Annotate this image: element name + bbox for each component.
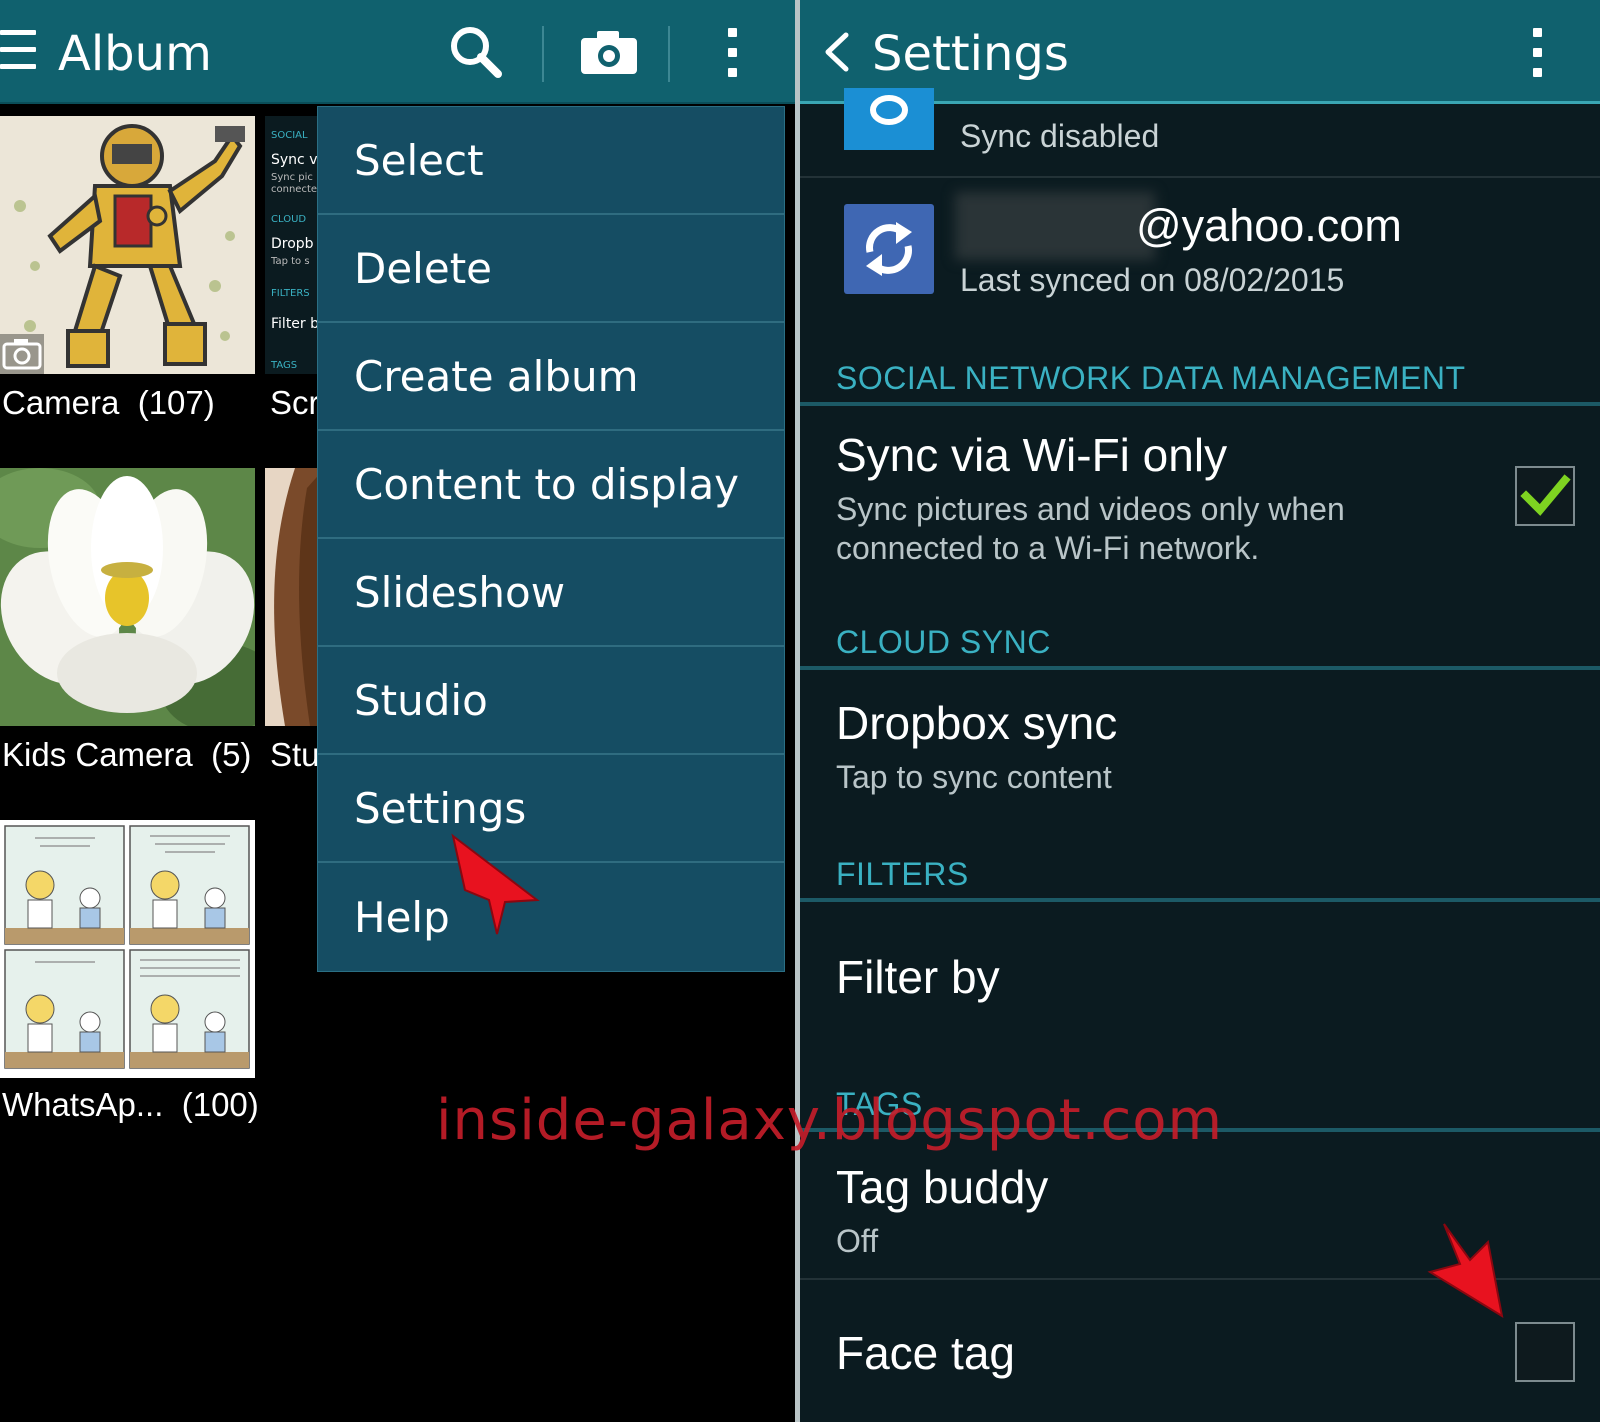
album-action-bar: Album: [0, 0, 795, 104]
section-header-social: SOCIAL NETWORK DATA MANAGEMENT: [836, 360, 1466, 396]
menu-item-studio[interactable]: Studio: [318, 647, 784, 755]
pointer-arrow-icon: [1427, 1223, 1504, 1319]
action-separator: [668, 26, 670, 82]
album-screen: Album Camera (107) SOCIAL Sync v Sync pi…: [0, 0, 795, 1422]
album-label-whatsapp: WhatsAp... (100): [2, 1086, 259, 1123]
camera-badge-icon: [0, 334, 44, 374]
more-options-icon[interactable]: [725, 28, 739, 88]
settings-screen: Settings Sync disabled @yahoo.com Last s…: [800, 0, 1600, 1422]
peek-text: Filter b: [271, 316, 320, 332]
section-divider: [800, 402, 1600, 406]
camera-icon[interactable]: [577, 22, 641, 82]
pref-face-tag-title[interactable]: Face tag: [836, 1326, 1015, 1380]
peek-text: Dropb: [271, 236, 314, 252]
overflow-menu: Select Delete Create album Content to di…: [317, 106, 785, 972]
album-label-camera: Camera (107): [2, 384, 215, 421]
checkmark-icon: [1520, 474, 1571, 516]
pref-wifi-summary: Sync pictures and videos only when conne…: [836, 491, 1345, 566]
album-label-kids-camera: Kids Camera (5): [2, 736, 252, 773]
album-thumb-screenshots[interactable]: SOCIAL Sync v Sync pic connecte CLOUD Dr…: [265, 116, 325, 374]
menu-item-slideshow[interactable]: Slideshow: [318, 539, 784, 647]
peek-text: CLOUD: [271, 214, 307, 225]
menu-item-select[interactable]: Select: [318, 107, 784, 215]
action-separator: [542, 26, 544, 82]
section-divider: [800, 898, 1600, 902]
menu-item-help[interactable]: Help: [318, 863, 784, 971]
pref-wifi-title[interactable]: Sync via Wi-Fi only: [836, 428, 1227, 482]
account-row-1[interactable]: Sync disabled: [800, 88, 1600, 178]
more-options-icon[interactable]: [1530, 28, 1544, 88]
pref-filter-by[interactable]: Filter by: [836, 950, 1000, 1004]
face-tag-checkbox[interactable]: [1515, 1322, 1575, 1382]
settings-title: Settings: [872, 26, 1069, 82]
menu-item-settings[interactable]: Settings: [318, 755, 784, 863]
pref-tag-buddy-title[interactable]: Tag buddy: [836, 1160, 1048, 1214]
peek-text: SOCIAL: [271, 130, 308, 141]
drawer-menu-icon[interactable]: [0, 30, 36, 74]
search-icon[interactable]: [446, 22, 506, 82]
sync-refresh-icon: [844, 204, 934, 294]
album-title: Album: [58, 26, 212, 82]
back-icon[interactable]: [822, 32, 850, 72]
pref-dropbox-summary: Tap to sync content: [836, 759, 1112, 795]
section-header-filters: FILTERS: [836, 856, 969, 892]
menu-item-create-album[interactable]: Create album: [318, 323, 784, 431]
sync-account-icon: [844, 88, 934, 150]
album-label-studio: Stu: [270, 736, 320, 773]
peek-text: Tap to s: [271, 256, 310, 267]
album-thumb-kids-camera[interactable]: [0, 468, 255, 726]
section-divider: [800, 666, 1600, 670]
album-thumb-studio[interactable]: [265, 468, 325, 726]
watermark: inside-galaxy.blogspot.com: [436, 1088, 1224, 1153]
pointer-arrow-icon: [451, 833, 540, 935]
album-thumb-whatsapp[interactable]: [0, 820, 255, 1078]
account-1-status: Sync disabled: [960, 118, 1160, 154]
wifi-only-checkbox[interactable]: [1515, 466, 1575, 526]
menu-item-delete[interactable]: Delete: [318, 215, 784, 323]
menu-item-content-to-display[interactable]: Content to display: [318, 431, 784, 539]
peek-text: Sync v: [271, 152, 318, 168]
peek-text: TAGS: [271, 360, 298, 371]
section-header-cloud: CLOUD SYNC: [836, 624, 1051, 660]
account-2-email: @yahoo.com: [1136, 200, 1402, 251]
pref-tag-buddy-summary: Off: [836, 1223, 879, 1259]
peek-text: connecte: [271, 184, 318, 195]
account-2-status: Last synced on 08/02/2015: [960, 262, 1345, 298]
pref-dropbox-title[interactable]: Dropbox sync: [836, 696, 1117, 750]
album-label-screenshots: Scr: [270, 384, 320, 421]
peek-text: FILTERS: [271, 288, 310, 299]
album-thumb-camera[interactable]: [0, 116, 255, 374]
peek-text: Sync pic: [271, 172, 313, 183]
redacted-username: [955, 192, 1155, 260]
